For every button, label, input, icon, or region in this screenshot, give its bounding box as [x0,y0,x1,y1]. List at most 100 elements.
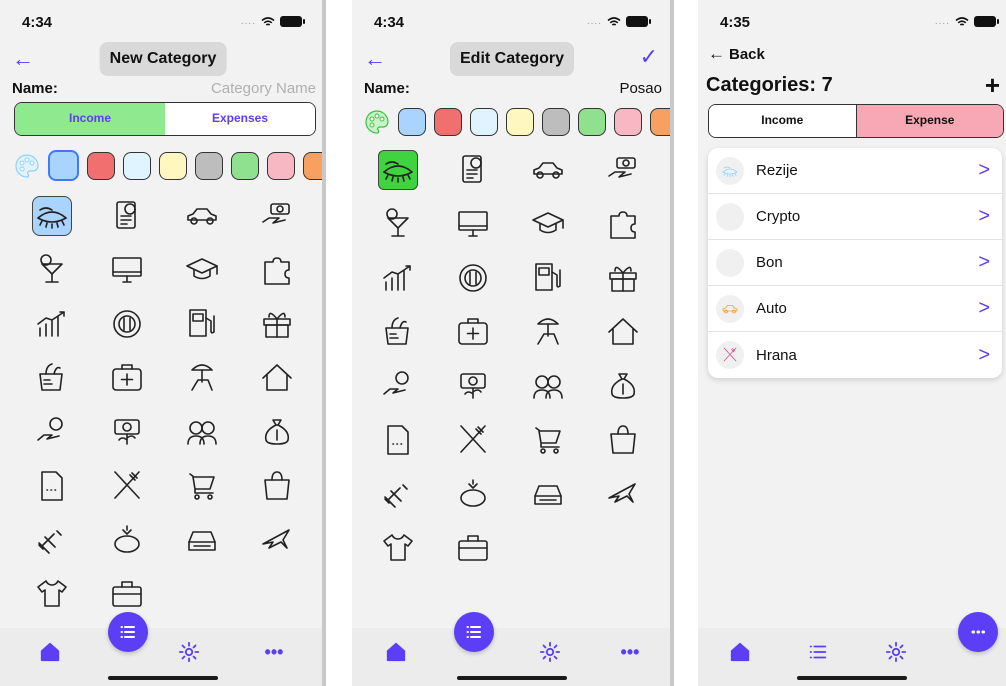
dumbbell-icon[interactable] [378,474,418,514]
couple-icon[interactable] [182,412,222,452]
growth-chart-icon[interactable] [378,258,418,298]
monitor-icon[interactable] [453,204,493,244]
hand-money-icon[interactable] [603,150,643,190]
save-check-icon[interactable]: ✓ [640,44,658,70]
hand-money-icon[interactable] [257,196,297,236]
airplane-icon[interactable] [603,474,643,514]
grocery-bag-icon[interactable] [32,358,72,398]
hand-coin-icon[interactable] [32,412,72,452]
swatch-yellow[interactable] [506,108,534,136]
gift-icon[interactable] [603,258,643,298]
beach-chair-icon[interactable] [528,312,568,352]
cocktail-icon[interactable] [378,204,418,244]
cart-icon[interactable] [528,420,568,460]
graduation-cap-icon[interactable] [528,204,568,244]
shopping-bag-icon[interactable] [257,466,297,506]
back-arrow-icon[interactable]: ← [12,46,34,72]
swatch-pink[interactable] [267,151,295,180]
grocery-bag-icon[interactable] [378,312,418,352]
growth-chart-icon[interactable] [32,304,72,344]
more-tab[interactable]: ••• [258,640,290,664]
tax-piggy-icon[interactable] [453,474,493,514]
swatch-yellow[interactable] [159,151,187,180]
beach-chair-icon[interactable] [182,358,222,398]
swatch-green[interactable] [578,108,606,136]
add-category-button[interactable]: + [985,70,1000,101]
fuel-pump-icon[interactable] [528,258,568,298]
document-icon[interactable] [378,420,418,460]
cocktail-icon[interactable] [32,250,72,290]
first-aid-icon[interactable] [107,358,147,398]
list-fab-button[interactable] [454,612,494,652]
plate-cutlery-icon[interactable] [107,304,147,344]
briefcase-icon[interactable] [107,574,147,614]
segment-expense[interactable]: Expense [855,105,1003,137]
palette-icon[interactable] [14,153,40,179]
fork-knife-icon[interactable] [107,466,147,506]
home-tab[interactable] [380,640,412,664]
home-tab[interactable] [724,640,756,664]
more-tab[interactable]: ••• [614,640,646,664]
segment-income[interactable]: Income [15,103,165,135]
category-row[interactable]: Bon > [708,240,1002,286]
list-tab[interactable] [802,640,834,664]
bill-dollar-icon[interactable] [453,150,493,190]
settings-tab[interactable] [173,640,205,664]
cart-icon[interactable] [182,466,222,506]
category-row[interactable]: Auto > [708,286,1002,332]
puzzle-icon[interactable] [603,204,643,244]
shopping-bag-icon[interactable] [603,420,643,460]
document-icon[interactable] [32,466,72,506]
gift-icon[interactable] [257,304,297,344]
settings-tab[interactable] [534,640,566,664]
category-row[interactable]: Hrana > [708,332,1002,378]
house-icon[interactable] [257,358,297,398]
bill-dollar-icon[interactable] [107,196,147,236]
swatch-light-blue[interactable] [470,108,498,136]
airplane-icon[interactable] [257,520,297,560]
swatch-orange[interactable] [650,108,672,136]
money-bag-icon[interactable] [603,366,643,406]
swatch-gray[interactable] [195,151,223,180]
monitor-icon[interactable] [107,250,147,290]
money-bag-icon[interactable] [257,412,297,452]
swatch-pink[interactable] [614,108,642,136]
briefcase-icon[interactable] [453,528,493,568]
tshirt-icon[interactable] [378,528,418,568]
car-front-icon[interactable] [528,474,568,514]
category-name-input[interactable] [156,80,316,97]
back-arrow-icon[interactable]: ← [364,46,386,72]
first-aid-icon[interactable] [453,312,493,352]
segment-income[interactable]: Income [709,105,856,137]
swatch-gray[interactable] [542,108,570,136]
money-plant-icon[interactable] [107,412,147,452]
car-icon[interactable] [528,150,568,190]
money-plant-icon[interactable] [453,366,493,406]
category-row[interactable]: Crypto > [708,194,1002,240]
swatch-blue[interactable] [48,150,79,181]
home-tab[interactable] [34,640,66,664]
more-fab-button[interactable] [958,612,998,652]
house-icon[interactable] [603,312,643,352]
tshirt-icon[interactable] [32,574,72,614]
category-name-input[interactable] [502,80,662,97]
list-fab-button[interactable] [108,612,148,652]
hand-coin-icon[interactable] [378,366,418,406]
palette-icon[interactable] [364,109,390,135]
settings-tab[interactable] [880,640,912,664]
puzzle-icon[interactable] [257,250,297,290]
car-front-icon[interactable] [182,520,222,560]
swatch-red[interactable] [434,108,462,136]
plate-cutlery-icon[interactable] [453,258,493,298]
eye-lashes-icon[interactable] [31,196,72,236]
swatch-green[interactable] [231,151,259,180]
back-button[interactable]: ← Back [708,44,765,64]
car-icon[interactable] [182,196,222,236]
swatch-blue[interactable] [398,108,426,136]
tax-piggy-icon[interactable] [107,520,147,560]
category-row[interactable]: Rezije > [708,148,1002,194]
fuel-pump-icon[interactable] [182,304,222,344]
fork-knife-icon[interactable] [453,420,493,460]
segment-expenses[interactable]: Expenses [165,103,315,135]
eye-lashes-icon[interactable] [377,150,418,190]
